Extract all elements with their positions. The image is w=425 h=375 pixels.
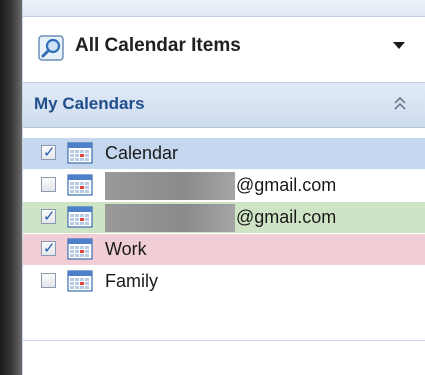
my-calendars-header[interactable]: My Calendars — [23, 82, 425, 128]
calendar-checkbox[interactable]: ✓ — [41, 207, 56, 225]
pane-top-strip — [23, 0, 425, 17]
calendar-icon — [67, 270, 93, 292]
window-edge — [0, 0, 22, 375]
calendar-name: Calendar — [105, 143, 179, 163]
double-chevron-up-icon[interactable] — [391, 95, 409, 113]
calendar-pane-window: All Calendar Items My Calendars ✓ Calend… — [0, 0, 425, 375]
calendar-icon — [67, 142, 93, 164]
calendar-checkbox[interactable] — [41, 273, 56, 288]
calendar-icon — [67, 174, 93, 196]
calendar-name: Work — [105, 239, 147, 259]
navigation-pane: All Calendar Items My Calendars ✓ Calend… — [22, 0, 425, 375]
redacted-name — [105, 204, 235, 232]
calendar-icon — [67, 238, 93, 260]
calendar-name: Family — [105, 271, 158, 291]
divider — [23, 340, 425, 341]
check-icon: ✓ — [43, 207, 56, 225]
list-item[interactable]: @gmail.com — [23, 170, 425, 201]
list-item[interactable]: ✓ Work — [23, 234, 425, 265]
calendar-email-suffix: @gmail.com — [236, 207, 337, 227]
calendar-icon — [67, 206, 93, 228]
redacted-name — [105, 172, 235, 200]
check-icon: ✓ — [43, 143, 56, 161]
search-icon — [38, 35, 64, 61]
view-selector-dropdown[interactable]: All Calendar Items — [23, 24, 425, 72]
section-title: My Calendars — [34, 94, 145, 113]
calendar-checkbox[interactable] — [41, 177, 56, 192]
list-item[interactable]: Family — [23, 266, 425, 297]
check-icon: ✓ — [43, 239, 56, 257]
calendar-checkbox[interactable]: ✓ — [41, 143, 56, 161]
list-item[interactable]: ✓ Calendar — [23, 138, 425, 169]
calendar-email-suffix: @gmail.com — [236, 175, 337, 195]
calendar-checkbox[interactable]: ✓ — [41, 239, 56, 257]
list-item[interactable]: ✓ @gmail.com — [23, 202, 425, 233]
chevron-down-icon[interactable] — [393, 42, 405, 49]
calendar-list: ✓ Calendar @gmail.com ✓ @gmail.com ✓ Wor… — [23, 138, 425, 298]
view-selector-label: All Calendar Items — [75, 35, 241, 56]
